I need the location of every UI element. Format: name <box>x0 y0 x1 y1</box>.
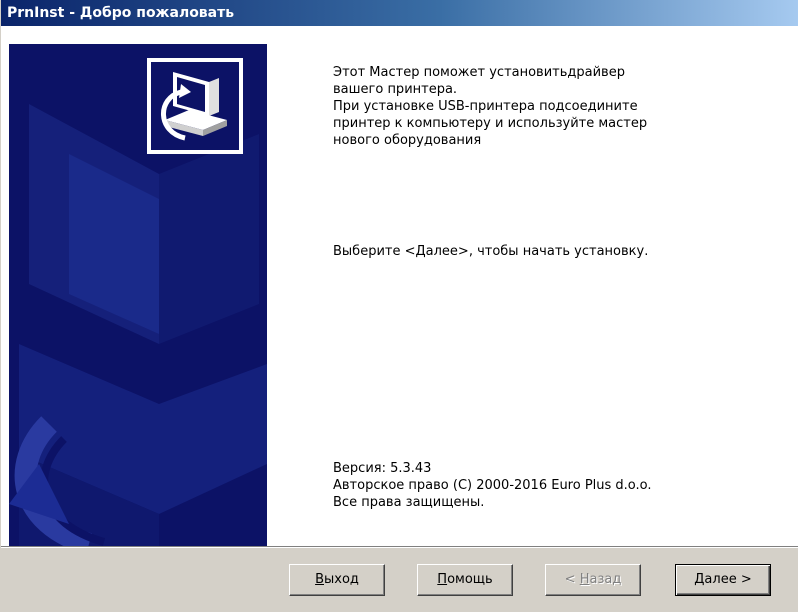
back-button[interactable]: < Назад <box>545 564 641 596</box>
rights-label: Все права защищены. <box>333 495 485 510</box>
intro-line-1: Этот Мастер поможет установитьдрайвер <box>333 65 625 80</box>
version-info: Версия: 5.3.43 Авторское право (C) 2000-… <box>333 460 773 511</box>
exit-label: ыход <box>324 572 359 587</box>
next-button[interactable]: Далее > <box>675 564 771 596</box>
next-label: алее > <box>704 572 752 587</box>
exit-button[interactable]: Выход <box>289 564 385 596</box>
next-accel: Д <box>694 572 705 587</box>
intro-line-5: нового оборудования <box>333 133 482 148</box>
back-label: азад <box>589 572 622 587</box>
intro-line-3: При установке USB-принтера подсоедините <box>333 99 638 114</box>
installer-window: PrnInst - Добро пожаловать Этот Мастер п… <box>0 0 798 612</box>
intro-line-4: принтер к компьютеру и используйте масте… <box>333 116 648 131</box>
help-label: омощь <box>447 572 493 587</box>
button-bar: Выход Помощь < Назад Далее > <box>1 548 798 612</box>
exit-accel: В <box>315 572 324 587</box>
computer-install-icon <box>151 62 239 150</box>
back-prefix: < <box>564 572 580 587</box>
copyright-label: Авторское право (C) 2000-2016 Euro Plus … <box>333 478 652 493</box>
version-label: Версия: 5.3.43 <box>333 461 432 476</box>
help-button[interactable]: Помощь <box>417 564 513 596</box>
window-title: PrnInst - Добро пожаловать <box>7 5 235 21</box>
start-hint: Выберите <Далее>, чтобы начать установку… <box>333 244 649 259</box>
intro-line-2: вашего принтера. <box>333 82 458 97</box>
wizard-content: Этот Мастер поможет установитьдрайвер ва… <box>1 26 798 546</box>
side-banner <box>9 44 267 546</box>
help-accel: П <box>437 572 448 587</box>
title-bar[interactable]: PrnInst - Добро пожаловать <box>1 0 798 26</box>
logo-frame <box>147 58 243 154</box>
intro-text: Этот Мастер поможет установитьдрайвер ва… <box>333 64 773 149</box>
